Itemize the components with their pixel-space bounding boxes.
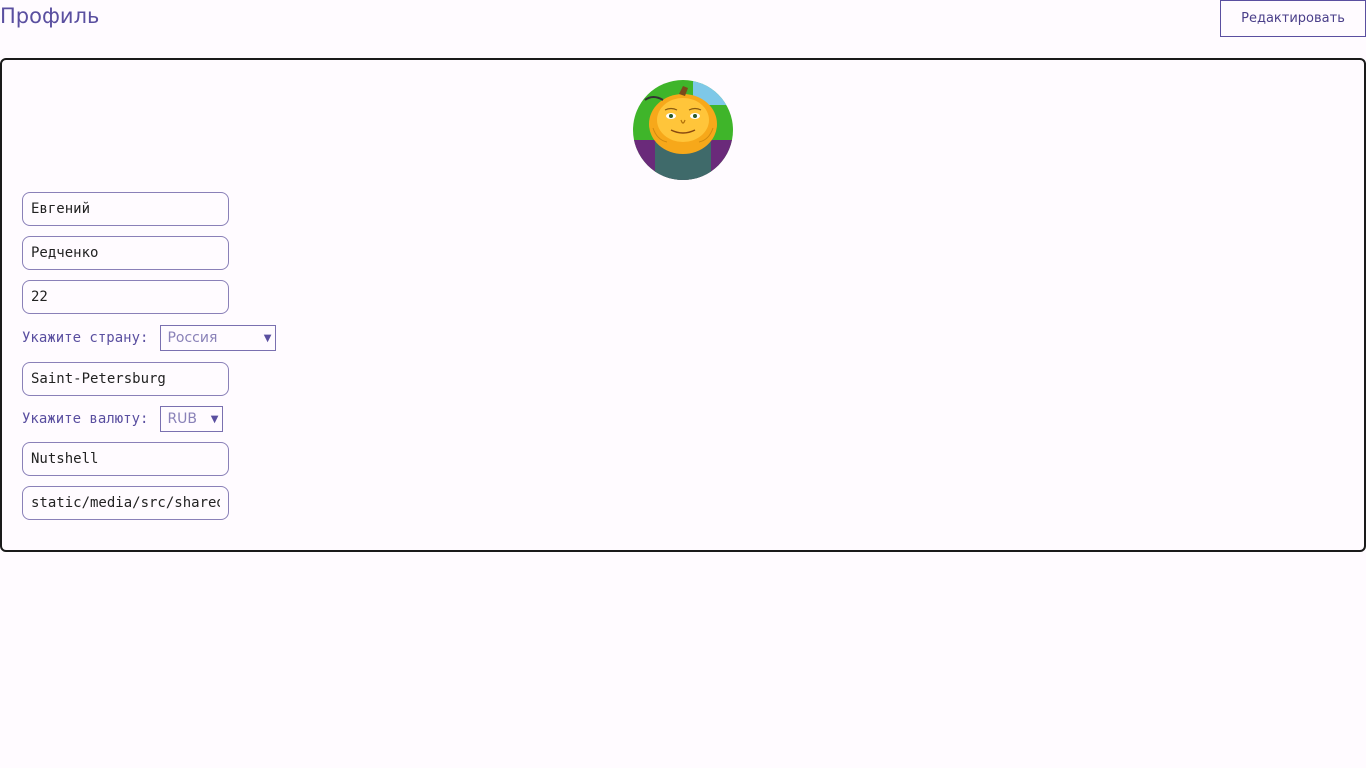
- age-field[interactable]: [22, 280, 229, 314]
- country-select-value: Россия: [167, 330, 218, 346]
- first-name-field[interactable]: [22, 192, 229, 226]
- currency-row: Укажите валюту: RUB ▼: [22, 405, 224, 433]
- currency-select[interactable]: RUB ▼: [160, 406, 224, 432]
- page-title: Профиль: [0, 4, 100, 28]
- edit-button[interactable]: Редактировать: [1220, 0, 1366, 37]
- avatar: [633, 80, 733, 180]
- avatar-image: [633, 80, 733, 180]
- chevron-down-icon: ▼: [263, 332, 272, 344]
- currency-label: Укажите валюту:: [22, 411, 149, 427]
- chevron-down-icon: ▼: [210, 413, 219, 425]
- last-name-field[interactable]: [22, 236, 229, 270]
- profile-card: Укажите страну: Россия ▼ Укажите валюту:…: [0, 58, 1366, 552]
- city-field[interactable]: [22, 362, 229, 396]
- country-row: Укажите страну: Россия ▼: [22, 324, 277, 352]
- currency-select-value: RUB: [167, 411, 198, 427]
- header: Профиль Редактировать: [0, 0, 1366, 40]
- country-label: Укажите страну:: [22, 330, 149, 346]
- username-field[interactable]: [22, 442, 229, 476]
- avatar-path-field[interactable]: [22, 486, 229, 520]
- country-select[interactable]: Россия ▼: [160, 325, 277, 351]
